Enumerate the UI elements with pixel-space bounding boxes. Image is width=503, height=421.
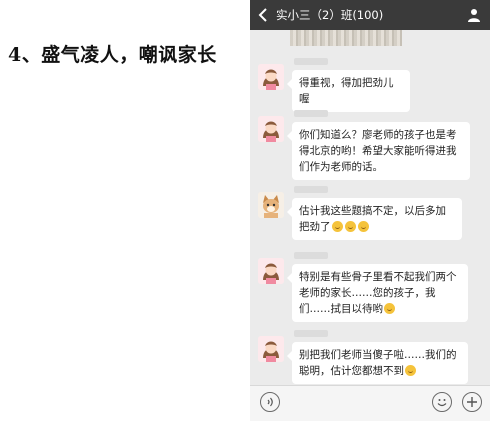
message-bubble: 别把我们老师当傻子啦……我们的聪明，估计您都想不到 [287, 342, 468, 384]
article-caption: 4、盛气凌人，嘲讽家长 [8, 44, 217, 66]
message-bubble: 估计我这些题搞不定，以后多加把劲了 [287, 198, 462, 240]
smile-emoji [405, 365, 416, 376]
person-icon[interactable] [466, 7, 482, 23]
message-text: 估计我这些题搞不定，以后多加把劲了 [299, 205, 446, 233]
voice-icon[interactable] [260, 392, 280, 412]
grin-emoji [331, 221, 343, 232]
sender-name-redacted [294, 58, 328, 65]
sender-name-redacted [294, 252, 328, 259]
message-text: 得重视，得加把劲儿喔 [299, 77, 394, 105]
back-chevron-icon[interactable] [257, 7, 271, 23]
avatar[interactable] [258, 258, 284, 284]
cropped-image-fragment [290, 30, 402, 46]
message-bubble: 你们知道么？廖老师的孩子也是考得北京的哟！希望大家能听得进我们作为老师的话。 [287, 122, 470, 180]
avatar[interactable] [258, 336, 284, 362]
smile-emoji [384, 303, 395, 314]
message-bubble: 特别是有些骨子里看不起我们两个老师的家长……您的孩子，我们……拭目以待哟 [287, 264, 468, 322]
chat-title: 实小三（2）班(100) [276, 8, 384, 22]
avatar[interactable] [258, 64, 284, 90]
chat-input-bar [250, 385, 490, 421]
sender-name-redacted [294, 330, 328, 337]
wechat-chat-screen: 实小三（2）班(100) 得重视，得加把劲儿喔 你们知道么？廖老师的孩子也是考得… [250, 0, 490, 421]
avatar[interactable] [258, 116, 284, 142]
message-text: 特别是有些骨子里看不起我们两个老师的家长……您的孩子，我们……拭目以待哟 [299, 271, 457, 315]
message-bubble: 得重视，得加把劲儿喔 [287, 70, 410, 112]
emoji-icon[interactable] [432, 392, 452, 412]
plus-icon[interactable] [462, 392, 482, 412]
chat-header: 实小三（2）班(100) [250, 0, 490, 30]
message-text: 别把我们老师当傻子啦……我们的聪明，估计您都想不到 [299, 349, 457, 377]
grin-emoji [357, 221, 369, 232]
sender-name-redacted [294, 110, 328, 117]
grin-emoji [344, 221, 356, 232]
sender-name-redacted [294, 186, 328, 193]
message-text: 你们知道么？廖老师的孩子也是考得北京的哟！希望大家能听得进我们作为老师的话。 [299, 129, 457, 173]
avatar[interactable] [258, 192, 284, 218]
